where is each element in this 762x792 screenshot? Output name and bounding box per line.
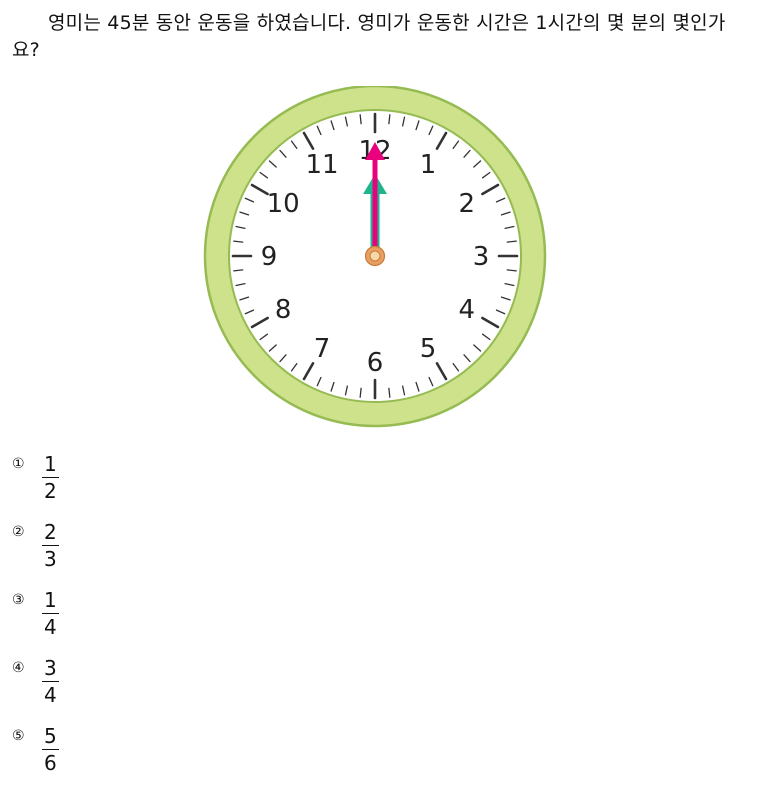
fraction-denominator: 4 <box>44 683 57 707</box>
fraction-numerator: 2 <box>42 520 59 546</box>
choice-marker: ③ <box>12 592 25 608</box>
clock-pivot-center <box>369 250 381 262</box>
answer-choices: ① 1 2 ② 2 3 ③ 1 4 ④ 3 4 ⑤ 5 6 <box>12 452 59 792</box>
clock-illustration: 121234567891011 <box>200 86 550 428</box>
fraction-numerator: 5 <box>42 724 59 750</box>
fraction-numerator: 1 <box>42 588 59 614</box>
choice-marker: ① <box>12 456 25 472</box>
choice-2[interactable]: ② 2 3 <box>12 520 59 588</box>
fraction: 1 4 <box>42 588 59 639</box>
fraction: 5 6 <box>42 724 59 775</box>
clock-number: 2 <box>459 189 476 219</box>
choice-5[interactable]: ⑤ 5 6 <box>12 724 59 792</box>
choice-1[interactable]: ① 1 2 <box>12 452 59 520</box>
choice-marker: ④ <box>12 660 25 676</box>
clock-number: 7 <box>314 334 331 364</box>
fraction: 3 4 <box>42 656 59 707</box>
clock-number: 4 <box>459 295 476 325</box>
fraction: 2 3 <box>42 520 59 571</box>
clock-number: 9 <box>261 242 278 272</box>
fraction-numerator: 3 <box>42 656 59 682</box>
choice-4[interactable]: ④ 3 4 <box>12 656 59 724</box>
choice-marker: ② <box>12 524 25 540</box>
fraction-denominator: 4 <box>44 615 57 639</box>
question-text: 영미는 45분 동안 운동을 하였습니다. 영미가 운동한 시간은 1시간의 몇… <box>12 12 726 61</box>
choice-marker: ⑤ <box>12 728 25 744</box>
fraction-denominator: 2 <box>44 479 57 503</box>
clock-number: 8 <box>275 295 292 325</box>
choice-3[interactable]: ③ 1 4 <box>12 588 59 656</box>
fraction-denominator: 3 <box>44 547 57 571</box>
fraction-denominator: 6 <box>44 751 57 775</box>
clock-number: 3 <box>473 242 490 272</box>
clock-number: 6 <box>367 348 384 378</box>
fraction: 1 2 <box>42 452 59 503</box>
fraction-numerator: 1 <box>42 452 59 478</box>
clock-number: 11 <box>305 150 338 180</box>
clock-number: 10 <box>267 189 300 219</box>
clock-number: 5 <box>420 334 437 364</box>
clock-face: 121234567891011 <box>203 86 547 428</box>
clock-number: 1 <box>420 150 437 180</box>
